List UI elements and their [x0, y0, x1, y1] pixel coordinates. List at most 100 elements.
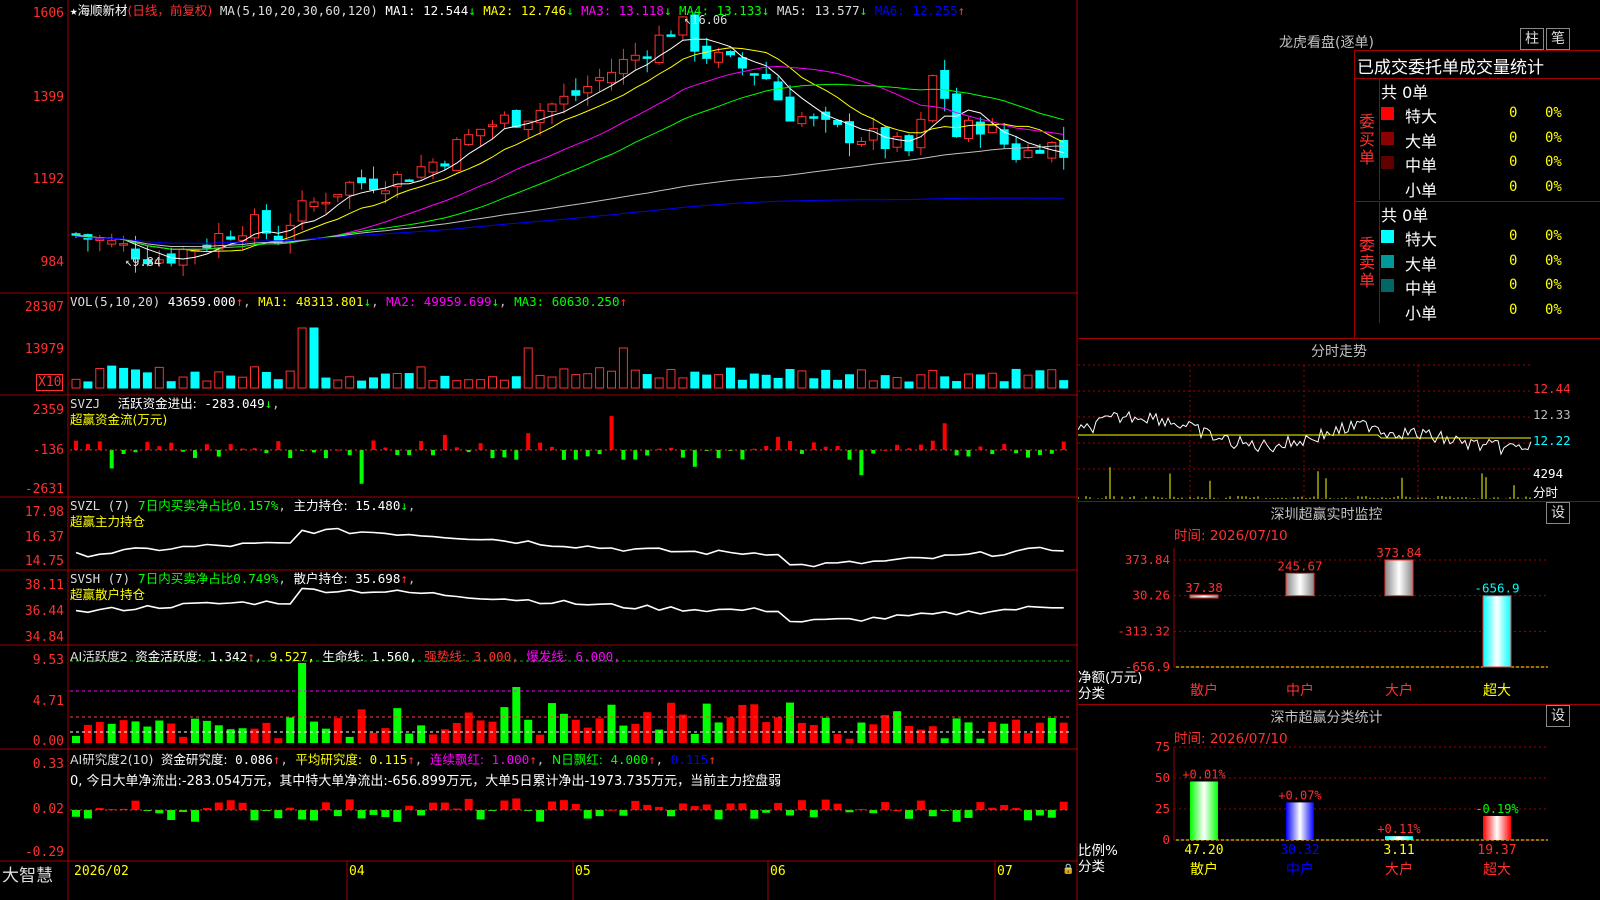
volume-bar [285, 370, 295, 389]
volume-bar [428, 380, 438, 389]
monitor-category-label: 散户 [1190, 682, 1218, 699]
ai1-bar [405, 733, 414, 743]
legend-swatch [1381, 131, 1394, 145]
svzj-bar [811, 442, 816, 450]
lock-icon[interactable]: 🔒 [1062, 864, 1074, 875]
order-count: 0 [1509, 154, 1518, 170]
volume-bar [904, 381, 914, 389]
candle-body [964, 119, 973, 139]
volume-bar [1047, 369, 1057, 389]
order-percent: 0% [1545, 129, 1562, 146]
candle-body [892, 135, 902, 148]
ai1-bar [524, 719, 533, 743]
svzj-bar [407, 450, 412, 456]
candle-body [737, 57, 747, 69]
ai1-bar [167, 723, 176, 743]
volume-bar [690, 371, 700, 389]
ai1-bar [214, 725, 223, 743]
ai2-bar [833, 803, 842, 810]
volume-bar [642, 374, 652, 389]
monitor-bar-label: 245.67 [1277, 558, 1322, 573]
volume-bar [1011, 368, 1021, 389]
order-row: 大单 0 0% [1381, 251, 1599, 274]
candle-body [666, 34, 676, 37]
svzj-bar [502, 450, 507, 458]
ai2-bar [1000, 805, 1009, 810]
intraday-axis-label: 12.33 [1533, 407, 1571, 422]
x-axis-label: 05 [575, 864, 591, 879]
classify-bar [1286, 802, 1314, 840]
candle-body [797, 116, 807, 125]
volume-bar [226, 375, 236, 389]
order-count: 0 [1509, 105, 1518, 121]
svzj-bar [169, 442, 174, 450]
ai1-bar [964, 722, 973, 743]
ai2-bar [1059, 801, 1068, 810]
ai2-bar [1035, 810, 1044, 816]
favorite-star-icon[interactable]: ★ [70, 3, 78, 18]
svzj-bar [966, 450, 971, 457]
volume-bar [119, 367, 129, 389]
ai1-bar [286, 717, 295, 743]
intraday-axis-label: 12.44 [1533, 381, 1571, 396]
candle-body [618, 58, 628, 75]
svzj-bar [990, 450, 995, 455]
ai1-bar [143, 726, 152, 743]
bar-mode-button[interactable]: 柱 [1520, 28, 1544, 50]
order-count: 0 [1509, 301, 1518, 318]
ai1-bar [321, 728, 330, 743]
axis-label: 1399 [32, 90, 64, 105]
intraday-title: 分时走势 [1311, 344, 1367, 360]
ai2-bar [250, 810, 259, 821]
volume-bar [773, 377, 783, 389]
order-count: 0 [1509, 252, 1518, 269]
volume-bar [595, 367, 605, 389]
ai2-bar [643, 804, 652, 810]
classify-axis-label: 25 [1155, 801, 1170, 816]
volume-bar [666, 368, 676, 389]
volume-bar [321, 377, 331, 389]
svzj-bar [371, 440, 376, 450]
classify-value-label: 3.11 [1383, 843, 1414, 858]
volume-bar [856, 369, 866, 389]
svzj-bar [359, 450, 364, 484]
legend-swatch [1381, 279, 1394, 292]
monitor-bar-label: 373.84 [1376, 545, 1421, 560]
candle-body [119, 243, 129, 246]
high-price-marker: ↖16.06 [684, 13, 728, 27]
monitor-panel: 深圳超赢实时监控 设 时间: 2026/07/10 373.84 30.26 -31… [1078, 502, 1600, 705]
axis-label: 13979 [24, 342, 64, 357]
ai1-bar [857, 722, 866, 743]
volume-bar [238, 376, 248, 389]
ma-label: MA(5,10,20,30,60,120) [219, 3, 378, 18]
svzj-bar [1061, 441, 1066, 450]
ai1-bar [1000, 723, 1009, 743]
svzl-header: SVZL (7) 7日内买卖净占比0.157%, 主力持仓: 15.480↓, … [70, 498, 416, 529]
ai2-bar [298, 810, 307, 820]
svzj-bar [930, 440, 935, 450]
ma-line [75, 145, 1064, 248]
svzj-bar [419, 441, 424, 450]
candle-body [904, 135, 914, 152]
ai1-bar [738, 704, 747, 743]
monitor-bar [1482, 595, 1512, 668]
volume-bar [166, 381, 176, 389]
ai1-bar [583, 727, 592, 743]
classify-category-label: 散户 [1190, 861, 1218, 878]
volume-bar [749, 373, 759, 389]
volume-bar [107, 365, 117, 389]
period-label[interactable]: (日线，前复权) [128, 3, 213, 18]
ai2-bar [369, 810, 378, 815]
svzj-bar [680, 450, 685, 458]
intraday-axis-label: 12.22 [1533, 433, 1571, 448]
ai1-bar [179, 736, 188, 743]
ai2-bar [417, 810, 426, 816]
volume-bar [333, 379, 343, 389]
candle-body [773, 81, 783, 101]
candle-body [1035, 149, 1045, 154]
ai1-bar [893, 711, 902, 743]
tick-mode-button[interactable]: 笔 [1546, 28, 1570, 50]
candle-body [416, 166, 426, 178]
ai2-bar [667, 810, 675, 817]
intraday-panel[interactable]: 分时走势 12.44 12.33 12.22 4294 分时 [1078, 339, 1600, 502]
